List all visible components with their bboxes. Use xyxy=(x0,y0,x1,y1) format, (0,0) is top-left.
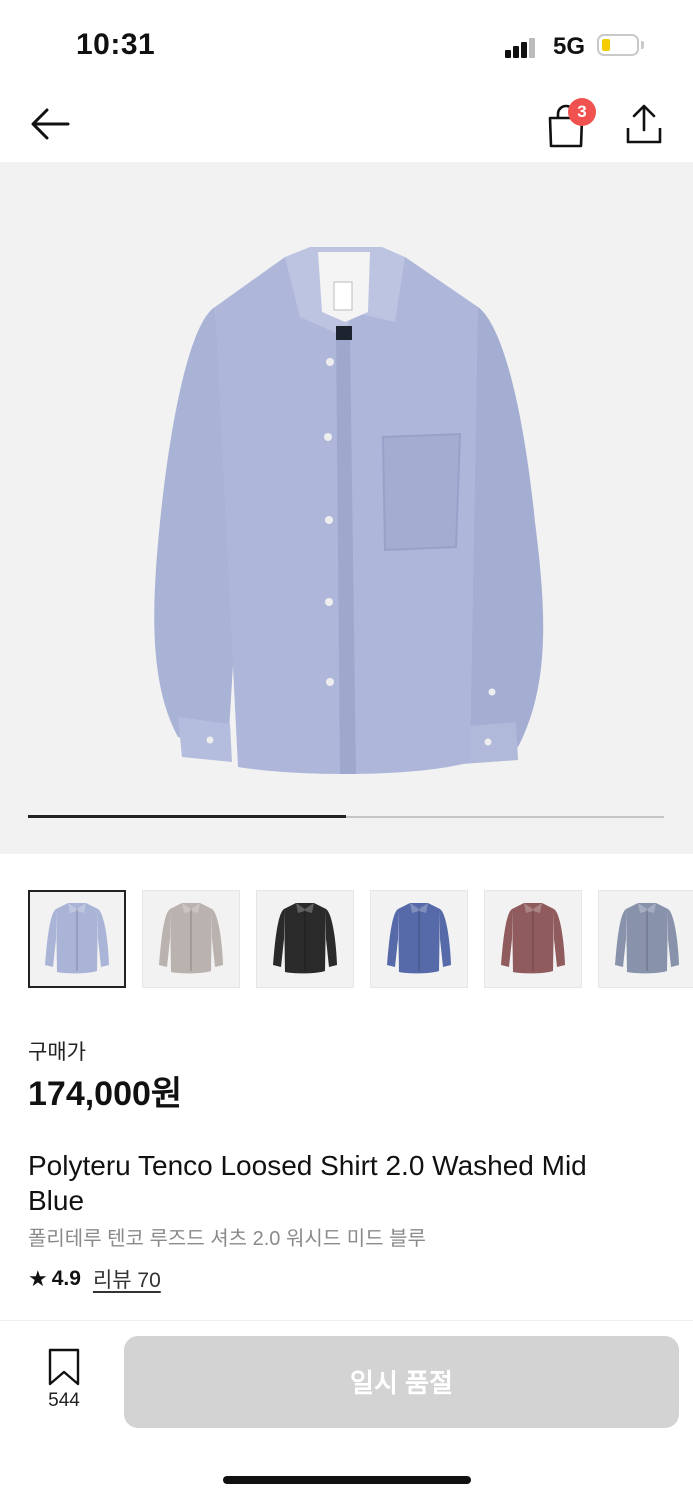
shirt-thumbnail-image xyxy=(501,903,565,974)
soldout-button[interactable]: 일시 품절 xyxy=(124,1336,679,1428)
share-button[interactable] xyxy=(622,100,666,148)
reviews-link[interactable]: 리뷰 70 xyxy=(93,1264,161,1294)
home-indicator xyxy=(223,1476,471,1484)
thumbnail-1[interactable] xyxy=(28,890,126,988)
product-name-en: Polyteru Tenco Loosed Shirt 2.0 Washed M… xyxy=(28,1150,587,1216)
thumbnail-3[interactable] xyxy=(256,890,354,988)
cart-count-badge: 3 xyxy=(568,98,596,126)
price-label: 구매가 xyxy=(28,1041,86,1064)
network-label: 5G xyxy=(553,33,586,60)
thumbnail-2[interactable] xyxy=(142,890,240,988)
rating-score: 4.9 xyxy=(51,1267,81,1290)
shirt-thumbnail-image xyxy=(615,903,679,974)
star-icon: ★ xyxy=(28,1266,48,1291)
arrow-left-icon xyxy=(31,108,70,140)
status-time: 10:31 xyxy=(76,28,156,61)
shirt-thumbnail-image xyxy=(273,903,337,974)
shirt-image xyxy=(154,247,544,774)
status-bar: 10:31 5G xyxy=(0,0,693,90)
rating: ★ 4.9 리뷰 70 xyxy=(28,1264,161,1294)
product-name-ko: 폴리테루 텐코 루즈드 셔츠 2.0 워시드 미드 블루 xyxy=(28,1228,426,1250)
bookmark-icon xyxy=(48,1348,80,1386)
bottom-divider xyxy=(0,1320,693,1321)
gallery-progress xyxy=(28,815,664,818)
share-icon xyxy=(626,104,662,144)
back-button[interactable] xyxy=(28,102,72,146)
shirt-thumbnail-image xyxy=(387,903,451,974)
price: 174,000원 xyxy=(28,1075,183,1113)
thumbnail-6[interactable] xyxy=(598,890,693,988)
color-thumbnails xyxy=(28,890,693,990)
shirt-thumbnail-image xyxy=(45,903,109,974)
shirt-thumbnail-image xyxy=(159,903,223,974)
signal-icon xyxy=(505,36,537,58)
gallery-progress-fill xyxy=(28,815,346,818)
product-image[interactable] xyxy=(0,162,693,854)
battery-icon xyxy=(597,34,639,56)
bookmark-count: 544 xyxy=(48,1390,80,1411)
thumbnail-5[interactable] xyxy=(484,890,582,988)
thumbnail-4[interactable] xyxy=(370,890,468,988)
